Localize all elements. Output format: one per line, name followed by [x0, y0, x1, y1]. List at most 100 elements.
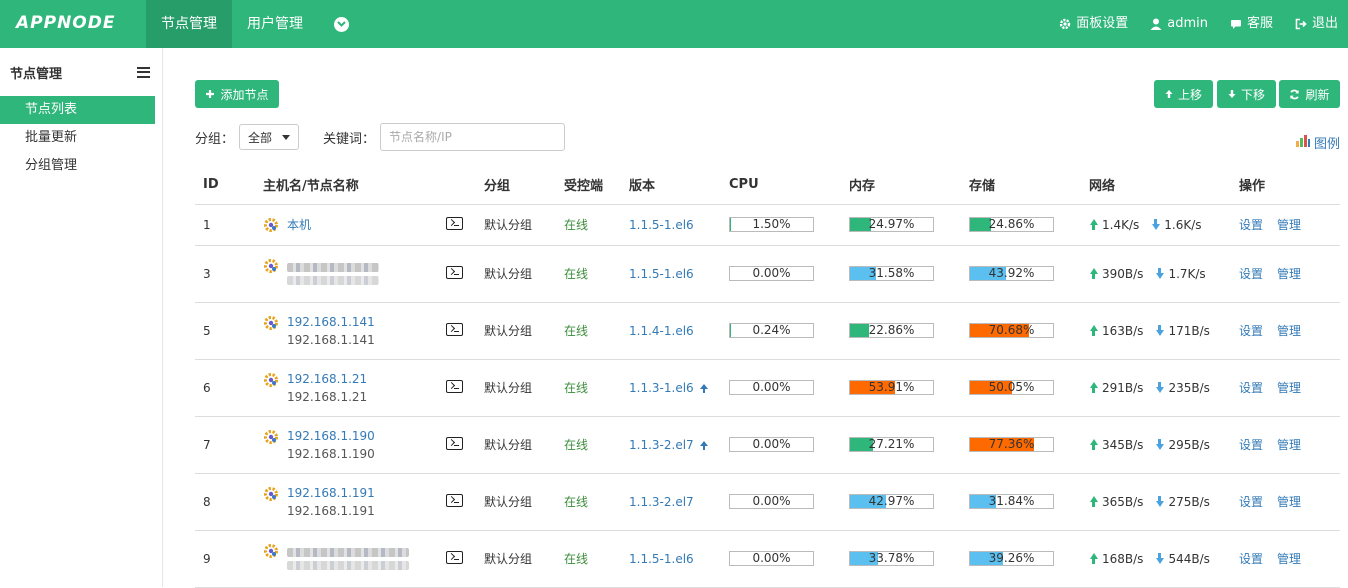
add-node-button[interactable]: 添加节点: [195, 80, 279, 108]
group-select[interactable]: 全部: [239, 124, 299, 150]
version-link[interactable]: 1.1.5-1.el6: [629, 218, 694, 232]
download-arrow-icon: [1155, 496, 1164, 507]
sidebar-header: 节点管理: [0, 48, 162, 96]
move-up-label: 上移: [1178, 86, 1202, 103]
cpu-usage-bar: 0.00%: [729, 437, 814, 452]
network-cell: 163B/s171B/s: [1081, 302, 1231, 359]
memory-usage-value: 42.97%: [850, 495, 933, 508]
node-gear-icon: [263, 543, 279, 562]
terminal-icon[interactable]: [446, 494, 463, 507]
manage-link[interactable]: 管理: [1277, 324, 1301, 338]
upgrade-available-icon[interactable]: [700, 441, 709, 450]
nav-node-management[interactable]: 节点管理: [146, 0, 232, 48]
main-content: 添加节点 上移 下移 刷新 分组： 全部 关键词： 图例 ID: [163, 48, 1348, 587]
nav-more-dropdown[interactable]: [318, 0, 364, 48]
appnode-logo[interactable]: APPNODE: [16, 13, 115, 33]
storage-cell: 50.05%: [961, 359, 1081, 416]
upgrade-available-icon[interactable]: [700, 384, 709, 393]
upload-arrow-icon: [1089, 553, 1098, 564]
redacted-ip: [287, 561, 409, 570]
node-name-link[interactable]: 192.168.1.141: [287, 313, 438, 331]
settings-link[interactable]: 设置: [1239, 267, 1263, 281]
refresh-button[interactable]: 刷新: [1279, 80, 1340, 108]
memory-cell: 31.58%: [841, 245, 961, 302]
node-ip: 192.168.1.191: [287, 502, 438, 520]
logout-label: 退出: [1312, 0, 1338, 48]
storage-usage-value: 70.68%: [970, 324, 1053, 337]
download-arrow-icon: [1155, 268, 1164, 279]
download-arrow-icon: [1155, 439, 1164, 450]
move-down-button[interactable]: 下移: [1217, 80, 1276, 108]
move-up-button[interactable]: 上移: [1154, 80, 1213, 108]
table-row: 7192.168.1.190192.168.1.190默认分组在线1.1.3-2…: [195, 416, 1340, 473]
node-name-link[interactable]: 本机: [287, 216, 438, 234]
manage-link[interactable]: 管理: [1277, 552, 1301, 566]
cpu-usage-value: 0.24%: [730, 324, 813, 337]
agent-status: 在线: [556, 530, 621, 587]
node-id: 3: [195, 245, 255, 302]
panel-settings-link[interactable]: 面板设置: [1047, 0, 1138, 48]
settings-link[interactable]: 设置: [1239, 495, 1263, 509]
node-name-link[interactable]: 192.168.1.191: [287, 484, 438, 502]
settings-link[interactable]: 设置: [1239, 218, 1263, 232]
settings-link[interactable]: 设置: [1239, 381, 1263, 395]
terminal-icon[interactable]: [446, 380, 463, 393]
table-row: 6192.168.1.21192.168.1.21默认分组在线1.1.3-1.e…: [195, 359, 1340, 416]
node-name-link[interactable]: 192.168.1.21: [287, 370, 438, 388]
user-account-link[interactable]: admin: [1138, 0, 1218, 48]
manage-link[interactable]: 管理: [1277, 218, 1301, 232]
legend-link[interactable]: 图例: [1296, 133, 1340, 152]
manage-link[interactable]: 管理: [1277, 267, 1301, 281]
terminal-icon[interactable]: [446, 217, 463, 230]
version-link[interactable]: 1.1.5-1.el6: [629, 552, 694, 566]
sidebar-item-group-management[interactable]: 分组管理: [0, 152, 155, 180]
version-cell: 1.1.5-1.el6: [621, 204, 721, 245]
settings-link[interactable]: 设置: [1239, 552, 1263, 566]
bar-chart-icon: [1296, 135, 1310, 151]
node-id: 6: [195, 359, 255, 416]
support-link[interactable]: 客服: [1218, 0, 1283, 48]
terminal-icon[interactable]: [446, 551, 463, 564]
storage-usage-value: 24.86%: [970, 218, 1053, 231]
settings-link[interactable]: 设置: [1239, 324, 1263, 338]
version-link[interactable]: 1.1.5-1.el6: [629, 267, 694, 281]
terminal-icon[interactable]: [446, 437, 463, 450]
terminal-cell: [438, 473, 476, 530]
storage-usage-value: 77.36%: [970, 438, 1053, 451]
download-speed: 235B/s: [1168, 381, 1209, 395]
manage-link[interactable]: 管理: [1277, 438, 1301, 452]
node-id: 1: [195, 204, 255, 245]
logout-link[interactable]: 退出: [1283, 0, 1348, 48]
memory-cell: 22.86%: [841, 302, 961, 359]
upload-speed: 1.4K/s: [1102, 218, 1139, 232]
storage-usage-bar: 70.68%: [969, 323, 1054, 338]
storage-cell: 77.36%: [961, 416, 1081, 473]
node-name-link[interactable]: 192.168.1.190: [287, 427, 438, 445]
memory-usage-bar: 33.78%: [849, 551, 934, 566]
memory-cell: 42.97%: [841, 473, 961, 530]
actions-cell: 设置管理: [1231, 416, 1340, 473]
sidebar-item-batch-update[interactable]: 批量更新: [0, 124, 155, 152]
manage-link[interactable]: 管理: [1277, 495, 1301, 509]
keyword-label: 关键词：: [323, 128, 375, 147]
version-link[interactable]: 1.1.3-2.el7: [629, 438, 694, 452]
nav-user-management[interactable]: 用户管理: [232, 0, 318, 48]
network-cell: 168B/s544B/s: [1081, 530, 1231, 587]
terminal-icon[interactable]: [446, 266, 463, 279]
download-arrow-icon: [1155, 325, 1164, 336]
menu-toggle-icon[interactable]: [137, 67, 150, 78]
keyword-search-input[interactable]: [380, 123, 565, 151]
sidebar-item-node-list[interactable]: 节点列表: [0, 96, 155, 124]
memory-usage-bar: 53.91%: [849, 380, 934, 395]
version-link[interactable]: 1.1.3-2.el7: [629, 495, 694, 509]
terminal-cell: [438, 530, 476, 587]
settings-link[interactable]: 设置: [1239, 438, 1263, 452]
manage-link[interactable]: 管理: [1277, 381, 1301, 395]
terminal-icon[interactable]: [446, 323, 463, 336]
cpu-usage-bar: 0.00%: [729, 266, 814, 281]
version-link[interactable]: 1.1.3-1.el6: [629, 381, 694, 395]
upload-arrow-icon: [1089, 219, 1098, 230]
version-link[interactable]: 1.1.4-1.el6: [629, 324, 694, 338]
panel-settings-label: 面板设置: [1076, 0, 1128, 48]
node-group: 默认分组: [476, 302, 556, 359]
